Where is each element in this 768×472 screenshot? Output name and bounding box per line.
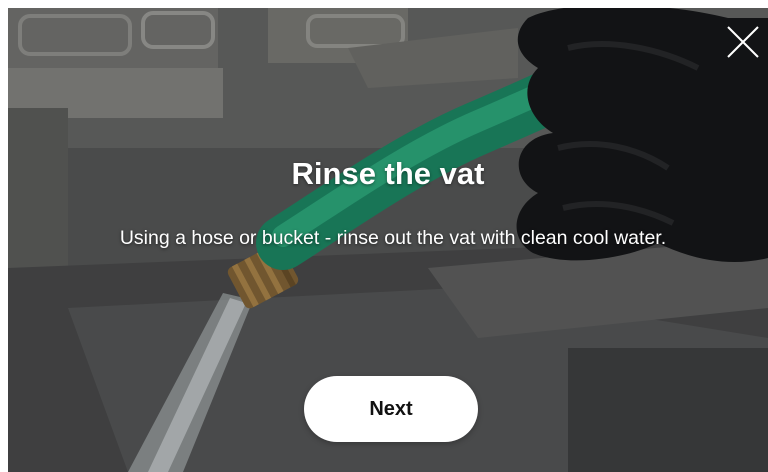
step-instruction: Using a hose or bucket - rinse out the v… [119, 227, 667, 249]
step-title: Rinse the vat [291, 156, 485, 191]
next-button-label: Next [369, 397, 413, 420]
close-button[interactable] [726, 25, 760, 59]
tutorial-content: Rinse the vat Using a hose or bucket - r… [8, 8, 768, 472]
next-button[interactable]: Next [304, 376, 478, 442]
tutorial-card: Rinse the vat Using a hose or bucket - r… [8, 8, 768, 472]
close-icon [727, 26, 759, 58]
